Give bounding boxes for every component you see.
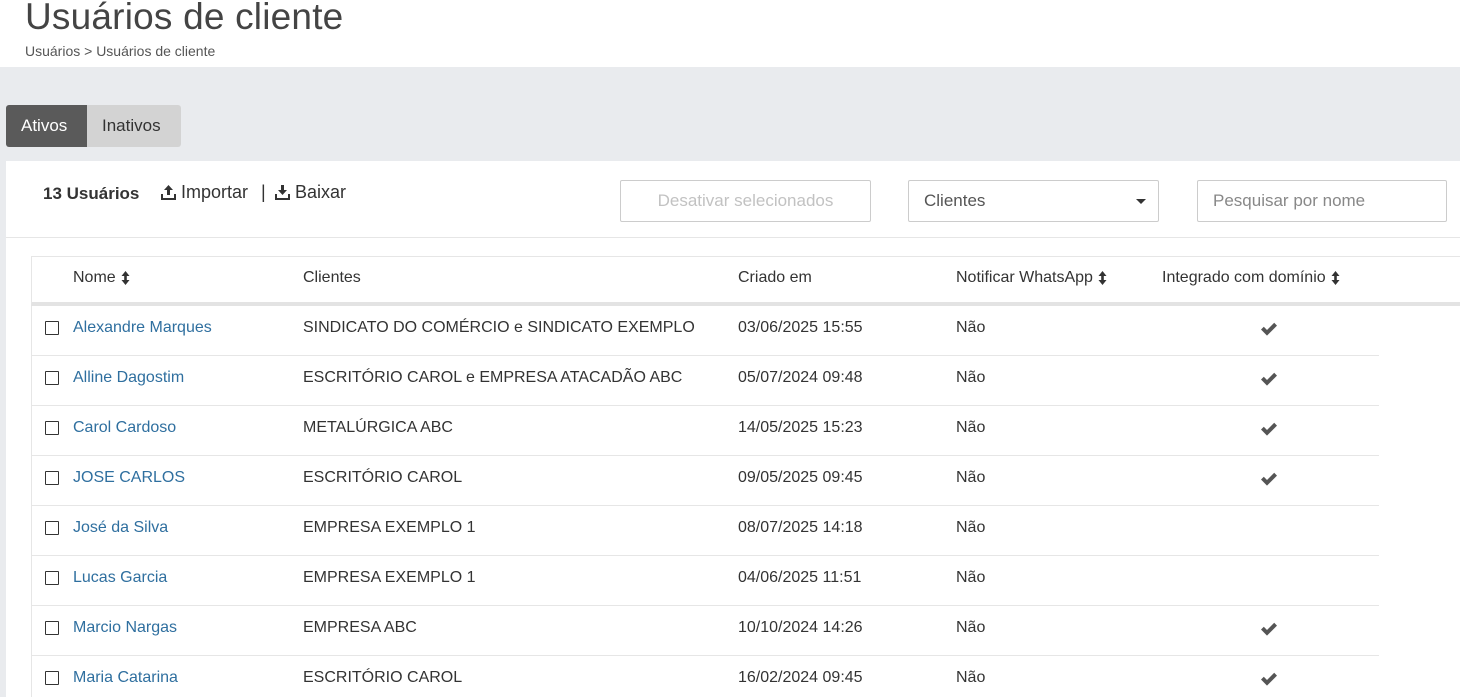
user-notify-whatsapp: Não xyxy=(956,419,986,436)
check-icon xyxy=(1261,472,1277,486)
sort-icon xyxy=(1098,271,1107,285)
import-link[interactable]: Importar xyxy=(160,182,248,203)
user-clients: ESCRITÓRIO CAROL xyxy=(303,469,463,486)
user-clients: SINDICATO DO COMÉRCIO e SINDICATO EXEMPL… xyxy=(303,319,695,336)
users-table: Nome Clientes Criado em Notificar WhatsA… xyxy=(31,256,1460,697)
clients-select[interactable]: Clientes xyxy=(908,180,1159,222)
table-row: Carol Cardoso METALÚRGICA ABC 14/05/2025 1… xyxy=(31,406,1379,456)
user-created-at: 03/06/2025 15:55 xyxy=(738,319,863,336)
check-icon xyxy=(1261,322,1277,336)
table-header: Nome Clientes Criado em Notificar WhatsA… xyxy=(31,256,1460,306)
download-icon xyxy=(275,185,290,200)
header-integrated-label: Integrado com domínio xyxy=(1162,269,1326,286)
toolbar: 13 Usuários Importar | Baixar Desativar … xyxy=(6,161,1460,238)
user-clients: EMPRESA ABC xyxy=(303,619,417,636)
user-count: 13 Usuários xyxy=(43,184,140,203)
row-checkbox[interactable] xyxy=(45,571,59,585)
user-notify-whatsapp: Não xyxy=(956,319,986,336)
table-row: JOSE CARLOS ESCRITÓRIO CAROL 09/05/2025 09… xyxy=(31,456,1379,506)
header-clients: Clientes xyxy=(303,269,361,287)
page-header: Usuários de cliente Usuários > Usuários … xyxy=(0,0,1460,67)
tab-inativos[interactable]: Inativos xyxy=(87,105,181,147)
user-name-link[interactable]: Alline Dagostim xyxy=(73,369,184,387)
chevron-down-icon xyxy=(1136,199,1146,204)
user-created-at: 08/07/2025 14:18 xyxy=(738,519,863,536)
page-title: Usuários de cliente xyxy=(25,0,344,37)
table-row: Marcio Nargas EMPRESA ABC 10/10/2024 14:26… xyxy=(31,606,1379,656)
header-clients-label: Clientes xyxy=(303,269,361,286)
users-panel: 13 Usuários Importar | Baixar Desativar … xyxy=(6,161,1460,697)
header-created: Criado em xyxy=(738,269,812,287)
user-notify-whatsapp: Não xyxy=(956,619,986,636)
user-clients: ESCRITÓRIO CAROL e EMPRESA ATACADÃO ABC xyxy=(303,369,683,386)
table-row: Maria Catarina ESCRITÓRIO CAROL 16/02/2024… xyxy=(31,656,1379,697)
status-tabs: Ativos Inativos xyxy=(6,105,181,147)
search-input[interactable] xyxy=(1197,180,1447,222)
user-notify-whatsapp: Não xyxy=(956,669,986,686)
table-row: Alline Dagostim ESCRITÓRIO CAROL e EMPRES… xyxy=(31,356,1379,406)
row-checkbox[interactable] xyxy=(45,471,59,485)
user-name-link[interactable]: JOSE CARLOS xyxy=(73,469,185,487)
user-name-link[interactable]: Carol Cardoso xyxy=(73,419,176,437)
table-row: Alexandre Marques SINDICATO DO COMÉRCIO e… xyxy=(31,306,1379,356)
clients-select-value: Clientes xyxy=(924,191,986,210)
toolbar-separator: | xyxy=(261,182,266,202)
sort-icon xyxy=(121,271,130,285)
row-checkbox[interactable] xyxy=(45,421,59,435)
deactivate-selected-button[interactable]: Desativar selecionados xyxy=(620,180,871,222)
user-name-link[interactable]: Lucas Garcia xyxy=(73,569,167,587)
user-clients: ESCRITÓRIO CAROL xyxy=(303,669,463,686)
user-clients: EMPRESA EXEMPLO 1 xyxy=(303,569,476,586)
user-notify-whatsapp: Não xyxy=(956,569,986,586)
user-created-at: 14/05/2025 15:23 xyxy=(738,419,863,436)
tab-ativos[interactable]: Ativos xyxy=(6,105,87,147)
upload-icon xyxy=(161,185,176,200)
header-name[interactable]: Nome xyxy=(73,269,130,287)
header-integrated[interactable]: Integrado com domínio xyxy=(1162,269,1340,287)
user-name-link[interactable]: Alexandre Marques xyxy=(73,319,212,337)
user-name-link[interactable]: Marcio Nargas xyxy=(73,619,177,637)
import-label: Importar xyxy=(181,182,249,202)
row-checkbox[interactable] xyxy=(45,521,59,535)
header-name-label: Nome xyxy=(73,269,116,286)
breadcrumb[interactable]: Usuários > Usuários de cliente xyxy=(25,43,215,59)
user-notify-whatsapp: Não xyxy=(956,369,986,386)
user-created-at: 09/05/2025 09:45 xyxy=(738,469,863,486)
row-checkbox[interactable] xyxy=(45,621,59,635)
user-name-link[interactable]: José da Silva xyxy=(73,519,168,537)
header-created-label: Criado em xyxy=(738,269,812,286)
header-notify[interactable]: Notificar WhatsApp xyxy=(956,269,1107,287)
user-created-at: 10/10/2024 14:26 xyxy=(738,619,863,636)
user-clients: EMPRESA EXEMPLO 1 xyxy=(303,519,476,536)
user-created-at: 04/06/2025 11:51 xyxy=(738,569,862,586)
user-name-link[interactable]: Maria Catarina xyxy=(73,669,178,687)
user-notify-whatsapp: Não xyxy=(956,469,986,486)
check-icon xyxy=(1261,672,1277,686)
user-notify-whatsapp: Não xyxy=(956,519,986,536)
row-checkbox[interactable] xyxy=(45,321,59,335)
table-body: Alexandre Marques SINDICATO DO COMÉRCIO e… xyxy=(31,306,1460,697)
user-clients: METALÚRGICA ABC xyxy=(303,419,453,436)
check-icon xyxy=(1261,622,1277,636)
check-icon xyxy=(1261,372,1277,386)
download-link[interactable]: Baixar xyxy=(274,182,346,203)
user-created-at: 05/07/2024 09:48 xyxy=(738,369,863,386)
row-checkbox[interactable] xyxy=(45,671,59,685)
check-icon xyxy=(1261,422,1277,436)
sort-icon xyxy=(1331,271,1340,285)
header-notify-label: Notificar WhatsApp xyxy=(956,269,1093,286)
table-row: José da Silva EMPRESA EXEMPLO 1 08/07/2025… xyxy=(31,506,1379,556)
user-created-at: 16/02/2024 09:45 xyxy=(738,669,863,686)
table-row: Lucas Garcia EMPRESA EXEMPLO 1 04/06/2025 … xyxy=(31,556,1379,606)
row-checkbox[interactable] xyxy=(45,371,59,385)
download-label: Baixar xyxy=(295,182,347,202)
